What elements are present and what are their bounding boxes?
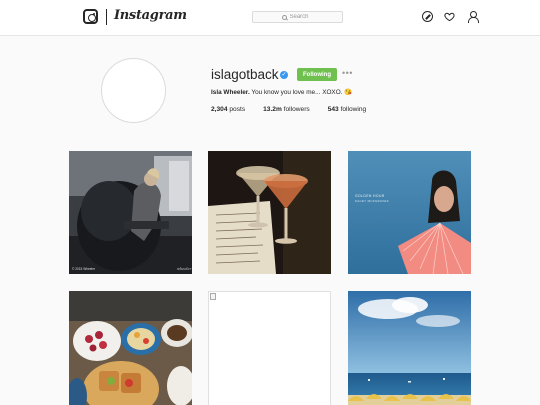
post-thumbnail[interactable]: GOLDEN HOUR KACEY MUSGRAVES — [348, 151, 471, 274]
following-count: 543 — [327, 106, 339, 113]
post-thumbnail[interactable]: © 2015 Wheeler wheeler — [69, 151, 192, 274]
post-image-breakfast — [69, 291, 192, 405]
post-image-beach — [348, 291, 471, 405]
post-album-title: GOLDEN HOUR — [355, 194, 385, 198]
search-box[interactable] — [252, 11, 343, 23]
activity-heart-icon[interactable] — [444, 11, 455, 22]
post-thumbnail[interactable] — [69, 291, 192, 405]
followers-count: 13.2m — [263, 106, 282, 113]
followers-label: followers — [283, 106, 310, 113]
broken-image-icon — [210, 293, 216, 300]
following-button[interactable]: Following — [297, 68, 337, 81]
instagram-camera-icon[interactable] — [83, 9, 98, 24]
following-label: following — [340, 106, 367, 113]
post-caption: © 2015 Wheeler — [72, 267, 96, 271]
bio-text: You know you love me... XOXO. — [251, 89, 343, 96]
instagram-wordmark[interactable]: Instagram — [114, 8, 187, 23]
profile-stats: 2,304 posts 13.2m followers 543 followin… — [211, 106, 384, 113]
post-image-golden-hour: GOLDEN HOUR KACEY MUSGRAVES — [348, 151, 471, 274]
posts-label: posts — [229, 106, 246, 113]
search-icon — [281, 14, 287, 20]
top-navigation-bar: Instagram — [0, 0, 540, 36]
posts-stat: 2,304 posts — [211, 106, 245, 113]
bio-emoji: 😘 — [344, 89, 353, 96]
more-options-icon[interactable]: ••• — [342, 69, 356, 78]
post-thumbnail[interactable] — [208, 151, 331, 274]
logo-divider — [106, 9, 107, 25]
verified-badge-icon: ✓ — [280, 71, 288, 79]
profile-username: islagotback — [211, 67, 279, 82]
posts-count: 2,304 — [211, 106, 228, 113]
post-image-cocktails — [208, 151, 331, 274]
post-album-artist: KACEY MUSGRAVES — [355, 199, 389, 203]
followers-stat[interactable]: 13.2m followers — [263, 106, 310, 113]
post-image-gym: © 2015 Wheeler wheeler — [69, 151, 192, 274]
explore-compass-icon[interactable] — [422, 11, 433, 22]
profile-avatar[interactable] — [101, 58, 166, 123]
following-stat[interactable]: 543 following — [328, 106, 367, 113]
profile-bio: Isla Wheeler. You know you love me... XO… — [211, 88, 352, 96]
search-input[interactable] — [289, 14, 314, 20]
post-thumbnail-broken[interactable] — [208, 291, 331, 405]
post-signature: wheeler — [177, 267, 192, 271]
post-thumbnail[interactable] — [348, 291, 471, 405]
bio-full-name: Isla Wheeler. — [211, 89, 250, 96]
profile-person-icon[interactable] — [467, 11, 479, 23]
